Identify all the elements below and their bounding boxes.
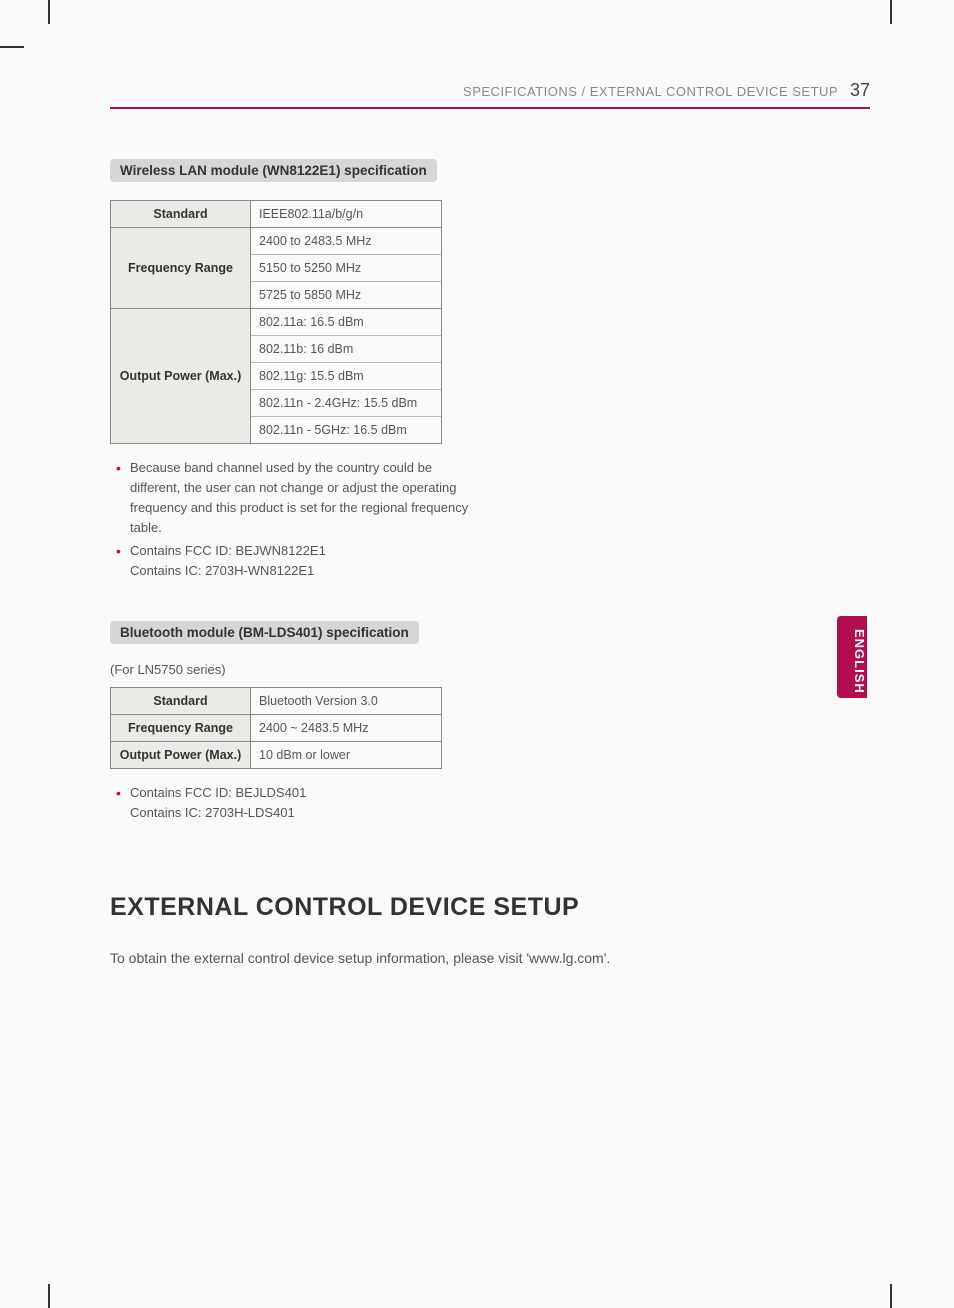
cell-value: 802.11n - 2.4GHz: 15.5 dBm bbox=[251, 390, 441, 417]
wifi-spec-table: Standard IEEE802.11a/b/g/n Frequency Ran… bbox=[110, 200, 442, 444]
cell-value: IEEE802.11a/b/g/n bbox=[251, 201, 442, 228]
row-label: Output Power (Max.) bbox=[111, 741, 251, 768]
cell-value: 802.11a: 16.5 dBm bbox=[251, 309, 441, 336]
table-row: Standard Bluetooth Version 3.0 bbox=[111, 687, 442, 714]
wifi-notes: Because band channel used by the country… bbox=[110, 458, 470, 581]
external-control-body: To obtain the external control device se… bbox=[110, 950, 870, 966]
table-row: Output Power (Max.) 802.11a: 16.5 dBm 80… bbox=[111, 309, 442, 444]
cell-stack: 802.11a: 16.5 dBm 802.11b: 16 dBm 802.11… bbox=[251, 309, 442, 444]
row-label: Standard bbox=[111, 687, 251, 714]
cell-value: 2400 to 2483.5 MHz bbox=[251, 228, 441, 255]
cell-value: 2400 ~ 2483.5 MHz bbox=[251, 714, 442, 741]
cell-value: 5725 to 5850 MHz bbox=[251, 282, 441, 308]
note-item: Contains FCC ID: BEJWN8122E1 Contains IC… bbox=[110, 541, 470, 581]
header-title: SPECIFICATIONS / EXTERNAL CONTROL DEVICE… bbox=[463, 84, 838, 99]
cell-value: 802.11g: 15.5 dBm bbox=[251, 363, 441, 390]
cell-value: 802.11n - 5GHz: 16.5 dBm bbox=[251, 417, 441, 443]
cell-value: 802.11b: 16 dBm bbox=[251, 336, 441, 363]
page-number: 37 bbox=[850, 80, 870, 100]
crop-mark bbox=[890, 1284, 892, 1308]
row-label: Output Power (Max.) bbox=[111, 309, 251, 444]
table-row: Output Power (Max.) 10 dBm or lower bbox=[111, 741, 442, 768]
crop-mark bbox=[48, 0, 50, 24]
bt-series-note: (For LN5750 series) bbox=[110, 662, 500, 677]
crop-mark bbox=[890, 0, 892, 24]
page-header: SPECIFICATIONS / EXTERNAL CONTROL DEVICE… bbox=[110, 80, 870, 109]
crop-mark bbox=[48, 1284, 50, 1308]
row-label: Frequency Range bbox=[111, 228, 251, 309]
section-heading-external-control: EXTERNAL CONTROL DEVICE SETUP bbox=[110, 893, 870, 922]
table-row: Frequency Range 2400 to 2483.5 MHz 5150 … bbox=[111, 228, 442, 309]
cell-value: 10 dBm or lower bbox=[251, 741, 442, 768]
cell-value: 5150 to 5250 MHz bbox=[251, 255, 441, 282]
note-item: Contains FCC ID: BEJLDS401 Contains IC: … bbox=[110, 783, 470, 823]
bt-spec-badge: Bluetooth module (BM-LDS401) specificati… bbox=[110, 621, 419, 644]
row-label: Standard bbox=[111, 201, 251, 228]
bt-notes: Contains FCC ID: BEJLDS401 Contains IC: … bbox=[110, 783, 470, 823]
row-label: Frequency Range bbox=[111, 714, 251, 741]
note-item: Because band channel used by the country… bbox=[110, 458, 470, 539]
cell-value: Bluetooth Version 3.0 bbox=[251, 687, 442, 714]
table-row: Standard IEEE802.11a/b/g/n bbox=[111, 201, 442, 228]
crop-mark bbox=[0, 46, 24, 48]
bt-spec-table: Standard Bluetooth Version 3.0 Frequency… bbox=[110, 687, 442, 769]
table-row: Frequency Range 2400 ~ 2483.5 MHz bbox=[111, 714, 442, 741]
cell-stack: 2400 to 2483.5 MHz 5150 to 5250 MHz 5725… bbox=[251, 228, 442, 309]
wifi-spec-badge: Wireless LAN module (WN8122E1) specifica… bbox=[110, 159, 437, 182]
